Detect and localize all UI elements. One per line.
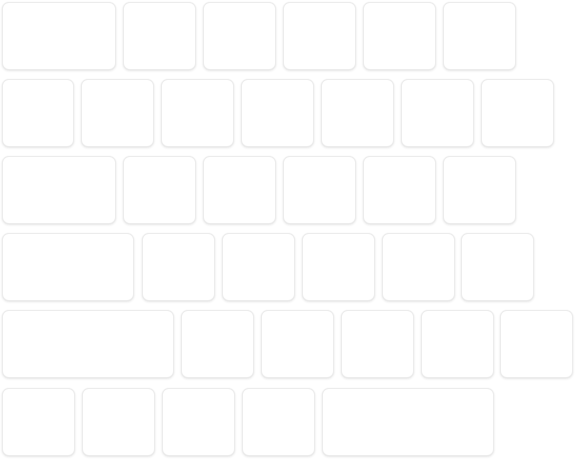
keyboard-key-row1-3[interactable] [203,2,276,70]
keyboard-key-row6-2[interactable] [82,388,155,456]
keyboard-key-row4-4[interactable] [302,233,375,301]
keyboard-key-row3-1[interactable] [2,156,116,224]
keyboard-key-row1-6[interactable] [443,2,516,70]
keyboard-key-row3-5[interactable] [363,156,436,224]
keyboard-key-row5-6[interactable] [500,310,573,378]
keyboard-key-row6-3[interactable] [162,388,235,456]
keyboard-key-row6-4[interactable] [242,388,315,456]
keyboard-key-row6-5[interactable] [322,388,494,456]
keyboard-key-row4-6[interactable] [461,233,534,301]
keyboard-key-row2-6[interactable] [401,79,474,147]
keyboard-key-row2-3[interactable] [161,79,234,147]
keyboard-key-row6-1[interactable] [2,388,75,456]
keyboard-key-row2-2[interactable] [81,79,154,147]
keyboard-key-row5-2[interactable] [181,310,254,378]
keyboard-key-row2-5[interactable] [321,79,394,147]
keyboard-key-row3-3[interactable] [203,156,276,224]
keyboard-key-row2-4[interactable] [241,79,314,147]
keyboard-key-row3-2[interactable] [123,156,196,224]
keyboard-key-row5-3[interactable] [261,310,334,378]
keyboard-key-row1-5[interactable] [363,2,436,70]
keyboard-key-row5-1[interactable] [2,310,174,378]
keyboard-key-row2-1[interactable] [2,79,74,147]
keyboard-key-row4-5[interactable] [382,233,455,301]
keyboard-key-row3-6[interactable] [443,156,516,224]
keyboard [0,0,576,459]
keyboard-key-row1-1[interactable] [2,2,116,70]
keyboard-key-row3-4[interactable] [283,156,356,224]
keyboard-key-row2-7[interactable] [481,79,554,147]
keyboard-key-row4-3[interactable] [222,233,295,301]
keyboard-key-row5-5[interactable] [421,310,494,378]
keyboard-key-row1-2[interactable] [123,2,196,70]
keyboard-key-row4-1[interactable] [2,233,134,301]
keyboard-key-row5-4[interactable] [341,310,414,378]
keyboard-key-row4-2[interactable] [142,233,215,301]
keyboard-key-row1-4[interactable] [283,2,356,70]
